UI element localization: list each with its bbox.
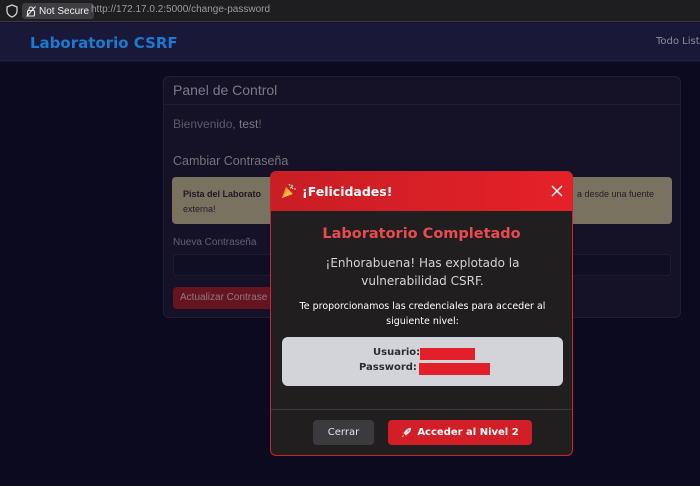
password-redacted	[419, 363, 490, 375]
url-path: :5000/change-password	[163, 4, 271, 15]
success-modal: ¡Felicidades! Laboratorio Completado ¡En…	[270, 171, 573, 456]
congrats-message: ¡Enhorabuena! Has explotado la vulnerabi…	[325, 256, 520, 288]
lock-slash-icon	[26, 5, 36, 17]
modal-title: ¡Felicidades!	[302, 184, 393, 199]
browser-url-bar[interactable]: Not Secure http://172.17.0.2:5000/change…	[0, 0, 700, 22]
not-secure-label: Not Secure	[39, 5, 90, 17]
close-icon[interactable]	[551, 185, 563, 197]
username-label: Usuario:	[373, 347, 421, 358]
username-redacted	[420, 348, 475, 360]
url-host: http://172.17.0.2	[91, 4, 164, 15]
credentials-note: Te proporcionamos las credenciales para …	[299, 301, 546, 327]
modal-footer: Cerrar Acceder al Nivel 2	[271, 409, 572, 455]
url-text[interactable]: http://172.17.0.2:5000/change-password	[91, 4, 270, 15]
app-navbar: Laboratorio CSRF Todo List	[0, 23, 700, 61]
password-label: Password:	[359, 362, 417, 373]
credentials-box: Usuario: Password:	[282, 337, 563, 386]
lab-completed-heading: Laboratorio Completado	[322, 226, 521, 242]
not-secure-badge[interactable]: Not Secure	[22, 3, 95, 19]
modal-header: ¡Felicidades!	[271, 172, 572, 211]
cerrar-button[interactable]: Cerrar	[313, 420, 374, 445]
next-level-button[interactable]: Acceder al Nivel 2	[388, 420, 532, 445]
nav-link-todo-list[interactable]: Todo List	[656, 36, 700, 47]
brand-title[interactable]: Laboratorio CSRF	[30, 34, 178, 52]
rocket-icon	[402, 427, 412, 438]
party-popper-icon	[282, 183, 296, 198]
shield-icon[interactable]	[6, 4, 18, 18]
next-level-label: Acceder al Nivel 2	[417, 427, 519, 438]
